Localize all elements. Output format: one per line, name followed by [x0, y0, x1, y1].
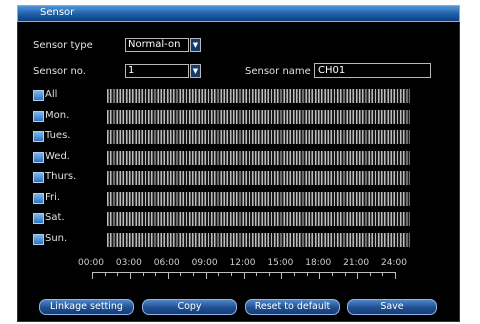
time-tick-mark	[319, 272, 321, 279]
time-tick-label: 03:00	[115, 258, 142, 268]
day-label: Sat.	[45, 212, 65, 223]
sensor-type-dropdown[interactable]: Normal-on ▼	[125, 38, 201, 52]
time-tick-label: 15:00	[267, 258, 294, 268]
schedule-bar[interactable]	[107, 109, 410, 124]
day-label: All	[45, 89, 58, 100]
window-title: Sensor	[40, 7, 75, 18]
save-button[interactable]: Save	[347, 299, 437, 315]
schedule-bar[interactable]	[107, 150, 410, 165]
time-tick-mark	[218, 272, 220, 276]
schedule-bar[interactable]	[107, 212, 410, 226]
time-tick-mark	[104, 272, 106, 276]
time-tick-mark	[344, 272, 346, 276]
checkbox-checked-icon[interactable]	[33, 90, 44, 101]
time-tick-mark	[230, 272, 232, 276]
time-tick-label: 24:00	[381, 258, 407, 268]
time-tick-mark	[243, 272, 245, 279]
time-tick-mark	[395, 272, 396, 279]
day-label: Fri.	[45, 191, 61, 203]
checkbox-checked-icon[interactable]	[33, 131, 44, 142]
checkbox-checked-icon[interactable]	[33, 151, 44, 163]
sensor-type-value: Normal-on	[125, 38, 189, 52]
day-label: Thurs.	[45, 171, 77, 182]
checkbox-checked-icon[interactable]	[33, 233, 44, 245]
time-tick-label: 09:00	[191, 258, 218, 268]
time-tick-label: 00:00	[78, 258, 104, 268]
time-tick-mark	[193, 272, 194, 276]
time-tick-mark	[180, 272, 182, 276]
time-tick-label: 18:00	[305, 258, 332, 268]
chevron-down-icon[interactable]: ▼	[190, 64, 201, 78]
checkbox-checked-icon[interactable]	[33, 192, 44, 204]
reset-to-default-button[interactable]: Reset to default	[245, 299, 340, 315]
time-tick-mark	[294, 272, 295, 276]
time-tick-mark	[331, 272, 333, 276]
sensor-no-value: 1	[125, 64, 189, 78]
day-label: Mon.	[45, 109, 70, 121]
schedule-bar[interactable]	[107, 232, 410, 247]
day-label: Wed.	[45, 150, 70, 162]
time-tick-mark	[268, 272, 270, 276]
time-tick-mark	[306, 272, 308, 276]
schedule-bar[interactable]	[107, 130, 410, 144]
copy-button[interactable]: Copy	[142, 299, 237, 315]
checkbox-checked-icon[interactable]	[33, 110, 44, 122]
sensor-name-label: Sensor name	[245, 66, 311, 77]
time-tick-mark	[129, 272, 131, 279]
sensor-panel: Sensor type Normal-on ▼ Sensor no. 1 ▼ S…	[17, 22, 460, 322]
time-tick-label: 06:00	[153, 258, 180, 268]
sensor-no-label: Sensor no.	[33, 66, 86, 77]
checkbox-checked-icon[interactable]	[33, 213, 44, 224]
schedule-bar[interactable]	[107, 191, 410, 206]
schedule-bar[interactable]	[107, 171, 410, 185]
checkbox-checked-icon[interactable]	[33, 172, 44, 183]
time-tick-mark	[92, 272, 93, 279]
time-tick-mark	[382, 272, 384, 276]
time-tick-mark	[155, 272, 157, 276]
time-tick-mark	[256, 272, 258, 276]
sensor-type-label: Sensor type	[33, 40, 93, 51]
chevron-down-icon[interactable]: ▼	[190, 38, 201, 52]
time-tick-label: 12:00	[229, 258, 256, 268]
day-label: Sun.	[45, 232, 68, 244]
time-tick-mark	[117, 272, 119, 276]
time-tick-mark	[142, 272, 144, 276]
day-label: Tues.	[45, 130, 71, 141]
time-tick-mark	[357, 272, 359, 279]
time-tick-mark	[205, 272, 207, 279]
time-tick-mark	[167, 272, 169, 279]
sensor-name-field[interactable]: CH01	[314, 63, 431, 78]
linkage-setting-button[interactable]: Linkage setting	[39, 299, 134, 315]
time-tick-mark	[369, 272, 371, 276]
time-tick-mark	[281, 272, 283, 279]
sensor-no-dropdown[interactable]: 1 ▼	[125, 64, 201, 78]
window-title-bar: Sensor	[17, 5, 460, 22]
time-tick-label: 21:00	[343, 258, 370, 268]
schedule-bar[interactable]	[107, 89, 410, 103]
